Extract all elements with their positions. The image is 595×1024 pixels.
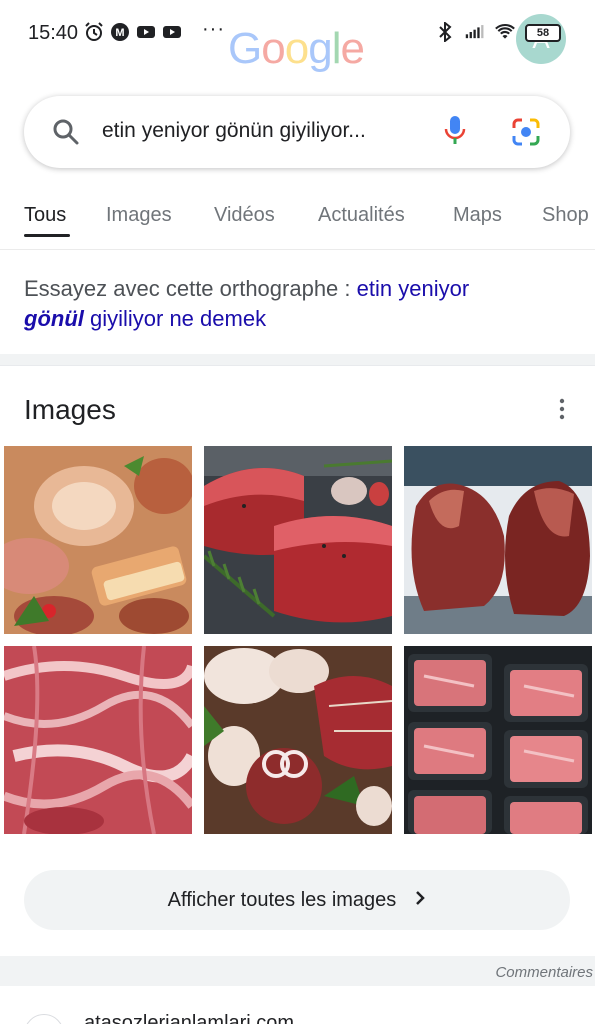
microphone-icon[interactable] [442, 114, 468, 153]
wifi-icon [495, 22, 515, 42]
battery-indicator: 58 [525, 24, 561, 42]
active-tab-indicator [24, 234, 70, 237]
image-thumbnail-meat-trays[interactable] [404, 646, 592, 834]
search-input[interactable]: etin yeniyor gönün giyiliyor... [102, 119, 366, 143]
feedback-link[interactable]: Commentaires [495, 964, 593, 981]
image-thumbnail-chicken-and-beef[interactable] [204, 646, 392, 834]
spelling-suggestion: Essayez avec cette orthographe : etin ye… [24, 274, 564, 334]
more-notifications-dots: ··· [202, 18, 225, 40]
show-all-images-button[interactable]: Afficher toutes les images [24, 870, 570, 930]
result-domain[interactable]: atasozlerianlamlari.com [84, 1012, 294, 1024]
google-lens-icon[interactable] [510, 116, 542, 153]
image-thumbnail-beef-roasts[interactable] [404, 446, 592, 634]
search-box[interactable]: etin yeniyor gönün giyiliyor... [24, 96, 570, 168]
bluetooth-icon [435, 22, 455, 42]
svg-text:M: M [115, 27, 124, 39]
more-options-icon[interactable] [556, 398, 568, 425]
youtube-icon [162, 22, 182, 42]
show-all-images-label: Afficher toutes les images [167, 888, 397, 911]
status-icons-left: M [84, 22, 182, 42]
image-thumbnail-marbled-meat[interactable] [4, 646, 192, 834]
images-section-title: Images [24, 394, 116, 425]
tab-all[interactable]: Tous [24, 204, 66, 227]
search-tabs: Tous Images Vidéos Actualités Maps Shop [0, 200, 595, 250]
tab-videos[interactable]: Vidéos [214, 204, 275, 227]
status-time: 15:40 [28, 22, 79, 44]
image-thumbnail-cured-meats[interactable] [4, 446, 192, 634]
chevron-right-icon [414, 890, 426, 911]
status-icons-right [435, 22, 515, 42]
status-bar: 15:40 M ··· Google A 58 [0, 0, 595, 73]
section-divider [0, 354, 595, 366]
youtube-icon [136, 22, 156, 42]
image-thumbnail-raw-steak[interactable] [204, 446, 392, 634]
tab-news[interactable]: Actualités [318, 204, 405, 227]
search-icon[interactable] [52, 118, 80, 151]
tab-images[interactable]: Images [106, 204, 172, 227]
alarm-icon [84, 22, 104, 42]
tab-maps[interactable]: Maps [453, 204, 502, 227]
result-favicon [24, 1014, 64, 1024]
google-logo[interactable]: Google [228, 24, 365, 74]
signal-icon [465, 22, 485, 42]
spelling-prefix: Essayez avec cette orthographe : [24, 276, 357, 301]
tab-shopping[interactable]: Shop [542, 204, 589, 227]
m-app-icon: M [110, 22, 130, 42]
